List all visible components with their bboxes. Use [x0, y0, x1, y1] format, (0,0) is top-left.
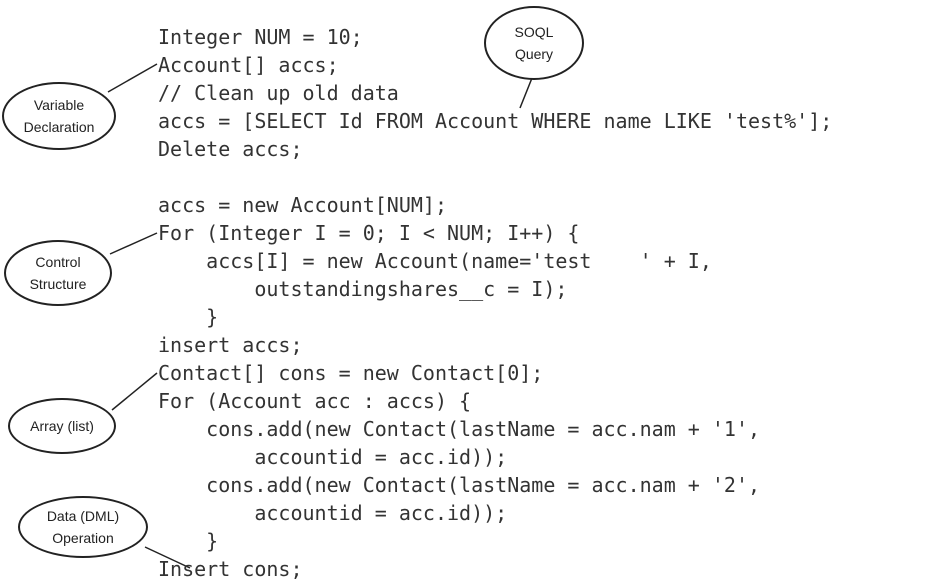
code-line-20: Insert cons; [158, 557, 303, 581]
soql-connector [519, 77, 533, 109]
code-line-5: Delete accs; [158, 137, 303, 161]
code-line-8: For (Integer I = 0; I < NUM; I++) { [158, 221, 580, 245]
code-line-18: accountid = acc.id)); [158, 501, 508, 525]
code-line-15: cons.add(new Contact(lastName = acc.nam … [158, 417, 761, 441]
callout-dml-operation-label: Data (DML) Operation [46, 508, 120, 546]
code-line-9: accs[I] = new Account(name='test ' + I, [158, 249, 712, 273]
callout-array-list: Array (list) [8, 398, 116, 454]
code-line-12: insert accs; [158, 333, 303, 357]
code-line-2: Account[] accs; [158, 53, 339, 77]
callout-variable-declaration: Variable Declaration [2, 82, 116, 150]
apex-code-annotation-diagram: Integer NUM = 10; Account[] accs; // Cle… [0, 0, 945, 584]
code-line-4: accs = [SELECT Id FROM Account WHERE nam… [158, 109, 833, 133]
control-structure-connector [109, 232, 158, 255]
code-line-1: Integer NUM = 10; [158, 25, 363, 49]
array-connector [111, 372, 158, 411]
callout-control-structure: Control Structure [4, 240, 112, 306]
variable-declaration-connector [107, 63, 158, 93]
callout-soql-query: SOQL Query [484, 6, 584, 80]
code-line-11: } [158, 305, 219, 329]
code-line-16: accountid = acc.id)); [158, 445, 508, 469]
callout-variable-declaration-label: Variable Declaration [23, 97, 95, 135]
code-line-19: } [158, 529, 219, 553]
callout-array-list-label: Array (list) [30, 418, 94, 434]
code-line-3: // Clean up old data [158, 81, 399, 105]
code-line-13: Contact[] cons = new Contact[0]; [158, 361, 544, 385]
code-line-17: cons.add(new Contact(lastName = acc.nam … [158, 473, 761, 497]
callout-dml-operation: Data (DML) Operation [18, 496, 148, 558]
callout-soql-query-label: SOQL Query [514, 24, 554, 62]
code-line-14: For (Account acc : accs) { [158, 389, 472, 413]
code-line-7: accs = new Account[NUM]; [158, 193, 447, 217]
callout-control-structure-label: Control Structure [29, 254, 87, 292]
code-line-10: outstandingshares__c = I); [158, 277, 568, 301]
